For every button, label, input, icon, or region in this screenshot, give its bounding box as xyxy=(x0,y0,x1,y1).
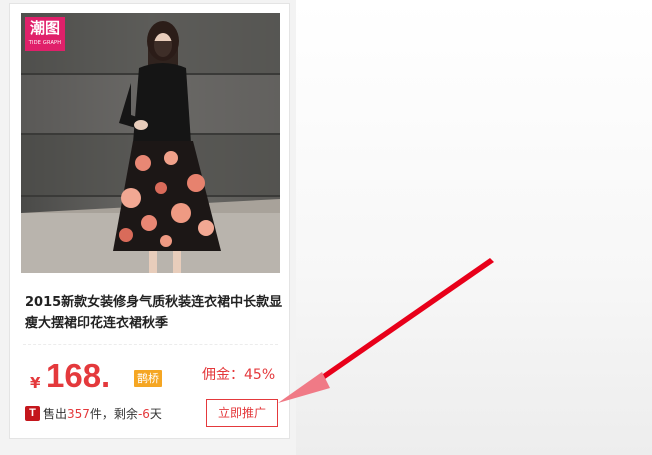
red-arrow-annotation xyxy=(278,258,494,403)
